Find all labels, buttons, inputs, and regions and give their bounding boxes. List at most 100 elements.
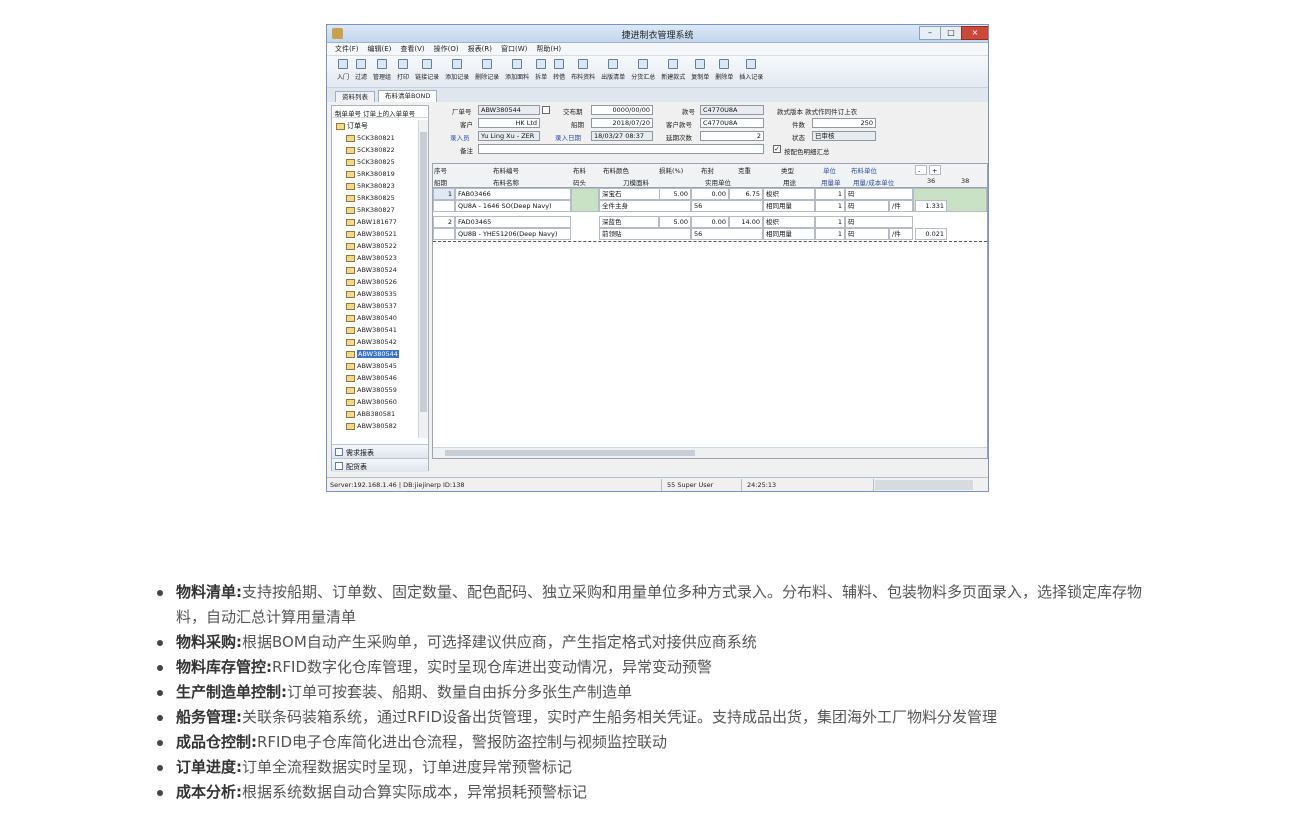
plus-button[interactable]: + — [929, 165, 941, 175]
row2-qty2[interactable]: 1 — [815, 228, 845, 240]
row2-amount[interactable]: 0.021 — [915, 228, 947, 240]
scroll-thumb[interactable] — [445, 450, 695, 456]
customer-field[interactable]: HK Ltd — [478, 118, 540, 128]
tree-order-item[interactable]: 5CK380825 — [332, 156, 418, 168]
row1-width2[interactable]: 56 — [691, 200, 763, 212]
tree-order-item[interactable]: ABW380540 — [332, 312, 418, 324]
menu-help[interactable]: 帮助(H) — [536, 44, 561, 54]
close-button[interactable]: × — [961, 26, 988, 40]
row1-code[interactable]: FAB03466 — [455, 188, 571, 200]
toolbar-button[interactable]: 复制单 — [691, 59, 709, 81]
tree-order-item[interactable]: 5CK380821 — [332, 132, 418, 144]
toolbar-button[interactable]: 过滤 — [355, 59, 367, 81]
tree-order-item[interactable]: ABW380522 — [332, 240, 418, 252]
row1-qty2[interactable]: 1 — [815, 200, 845, 212]
row2-name[interactable]: QU8B - YHE51206(Deep Navy) — [455, 228, 571, 240]
menu-report[interactable]: 报表(R) — [468, 44, 492, 54]
auto-sum-checkbox[interactable]: ✓ — [773, 145, 781, 153]
toolbar-button[interactable]: 分货汇总 — [631, 59, 655, 81]
tree-root[interactable]: 订单号 — [332, 120, 418, 132]
tree-order-item[interactable]: ABW380541 — [332, 324, 418, 336]
tree-scrollbar[interactable] — [418, 120, 428, 438]
tab-list[interactable]: 资料列表 — [335, 91, 375, 102]
row1-use[interactable]: 相同用量 — [763, 200, 815, 212]
toolbar-button[interactable]: 添加记录 — [445, 59, 469, 81]
row2-use[interactable]: 相同用量 — [763, 228, 815, 240]
row2-width[interactable]: 0.00 — [691, 216, 729, 228]
toolbar-button[interactable]: 转借 — [553, 59, 565, 81]
entered-date-field[interactable]: 18/03/27 08:37 — [591, 131, 653, 141]
row2-seq[interactable]: 2 — [433, 216, 455, 228]
tree-order-item[interactable]: ABW380523 — [332, 252, 418, 264]
row2-blank[interactable] — [433, 228, 455, 240]
row1-unit2[interactable]: 码 — [845, 200, 889, 212]
toolbar-button[interactable]: 删除记录 — [475, 59, 499, 81]
tree-order-item[interactable]: 5RK380825 — [332, 192, 418, 204]
tree-order-item[interactable]: 5RK380819 — [332, 168, 418, 180]
row2-unit2[interactable]: 码 — [845, 228, 889, 240]
row2-type[interactable]: 梭织 — [763, 216, 815, 228]
row1-loss[interactable]: 5.00 — [659, 188, 691, 200]
tab-bom[interactable]: 布料清单BOND — [378, 90, 438, 102]
confirm-count-field[interactable]: 2 — [700, 131, 764, 141]
tree-order-item[interactable]: ABW380535 — [332, 288, 418, 300]
tree-order-item[interactable]: ABW380560 — [332, 396, 418, 408]
row2-per[interactable]: /件 — [889, 228, 913, 240]
tree-order-item[interactable]: 5RK380827 — [332, 204, 418, 216]
toolbar-button[interactable]: 新建款式 — [661, 59, 685, 81]
toolbar-button[interactable]: 删除单 — [715, 59, 733, 81]
row1-name[interactable]: QU8A - 1646 SO(Deep Navy) — [455, 200, 571, 212]
row1-type[interactable]: 梭织 — [763, 188, 815, 200]
remark-field[interactable] — [478, 144, 764, 154]
style-no-field[interactable]: C4770U8A — [700, 105, 764, 115]
menu-window[interactable]: 窗口(W) — [501, 44, 527, 54]
factory-no-field[interactable]: ABW380544 — [478, 105, 540, 115]
row1-qty1[interactable]: 1 — [815, 188, 845, 200]
row2-qty1[interactable]: 1 — [815, 216, 845, 228]
minus-button[interactable]: - — [915, 165, 927, 175]
footer-allocation[interactable]: 配货表 — [332, 458, 428, 472]
tree-order-item[interactable]: ABW380582 — [332, 420, 418, 432]
tree-order-item[interactable]: ABW380526 — [332, 276, 418, 288]
row1-seq[interactable]: 1 — [433, 188, 455, 200]
row1-blank[interactable] — [433, 200, 455, 212]
menu-file[interactable]: 文件(F) — [335, 44, 359, 54]
menu-edit[interactable]: 编辑(E) — [368, 44, 392, 54]
tree-order-item[interactable]: 5CK380822 — [332, 144, 418, 156]
maximize-button[interactable]: □ — [940, 26, 962, 40]
row1-width[interactable]: 0.00 — [691, 188, 729, 200]
toolbar-button[interactable]: 添加面料 — [505, 59, 529, 81]
customer-style-field[interactable]: C4770U8A — [700, 118, 764, 128]
toolbar-button[interactable]: 管理组 — [373, 59, 391, 81]
row2-width2[interactable]: 56 — [691, 228, 763, 240]
toolbar-button[interactable]: 插入记录 — [739, 59, 763, 81]
ship-date-field[interactable]: 2018/07/20 — [591, 118, 653, 128]
qty-field[interactable]: 250 — [812, 118, 876, 128]
menu-operate[interactable]: 操作(O) — [434, 44, 459, 54]
minimize-button[interactable]: – — [919, 26, 941, 40]
grid-hscrollbar[interactable] — [433, 447, 987, 458]
factory-checkbox[interactable] — [542, 106, 550, 114]
row2-color[interactable]: 深蓝色 — [599, 216, 659, 228]
row1-weight[interactable]: 6.75 — [729, 188, 763, 200]
toolbar-button[interactable]: 出版清单 — [601, 59, 625, 81]
tree-order-item[interactable]: ABW380537 — [332, 300, 418, 312]
tree-order-item[interactable]: ABW380545 — [332, 360, 418, 372]
row1-fabric-cell[interactable] — [571, 188, 599, 212]
row1-per[interactable]: /件 — [889, 200, 913, 212]
toolbar-button[interactable]: 拆单 — [535, 59, 547, 81]
tree-order-item[interactable]: ABW181677 — [332, 216, 418, 228]
row1-unit[interactable]: 码 — [845, 188, 913, 200]
tree-order-item[interactable]: ABW380559 — [332, 384, 418, 396]
menu-view[interactable]: 查看(V) — [400, 44, 424, 54]
footer-demand-report[interactable]: 需求报表 — [332, 444, 428, 458]
due-date-field[interactable]: 0000/00/00 — [591, 105, 653, 115]
row2-loss[interactable]: 5.00 — [659, 216, 691, 228]
entered-by-field[interactable]: Yu Ling Xu - ZER — [478, 131, 540, 141]
toolbar-button[interactable]: 链接记录 — [415, 59, 439, 81]
row2-unit[interactable]: 码 — [845, 216, 913, 228]
tree-order-item[interactable]: ABW380542 — [332, 336, 418, 348]
tree-order-item[interactable]: ABW380521 — [332, 228, 418, 240]
tree-order-item[interactable]: ABW380546 — [332, 372, 418, 384]
row2-usage[interactable]: 前领贴 — [599, 228, 691, 240]
